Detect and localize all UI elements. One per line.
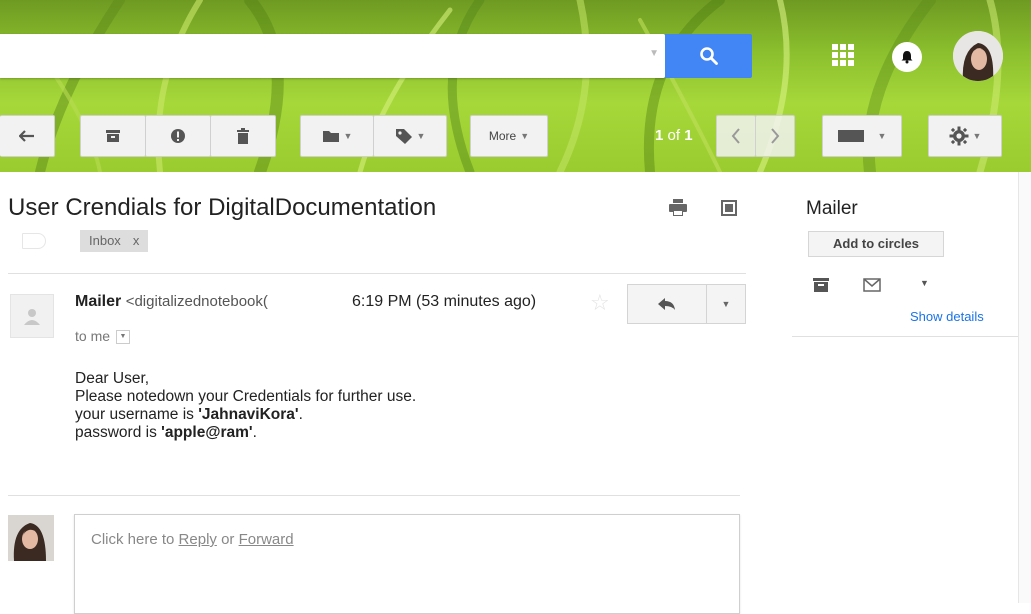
pager-current: 1 bbox=[655, 127, 664, 144]
reply-button[interactable] bbox=[627, 284, 707, 324]
chevron-down-icon: ▼ bbox=[721, 299, 731, 309]
reply-prompt-prefix: Click here to bbox=[91, 531, 179, 548]
recipient-line: to me ▼ bbox=[75, 328, 131, 345]
next-icon bbox=[771, 128, 780, 144]
pager-text: 1 of 1 bbox=[655, 127, 693, 144]
reply-box[interactable]: Click here to Reply or Forward bbox=[74, 514, 740, 614]
body-line2-prefix: your username is bbox=[75, 406, 199, 423]
spam-icon bbox=[171, 129, 185, 143]
delete-button[interactable] bbox=[210, 115, 276, 157]
chevron-down-icon: ▼ bbox=[877, 131, 887, 141]
reply-link[interactable]: Reply bbox=[179, 531, 217, 548]
label-icon bbox=[395, 129, 412, 144]
search-options-dropdown[interactable]: ▼ bbox=[649, 48, 659, 59]
label-chip-inbox[interactable]: Inbox x bbox=[80, 230, 149, 252]
reply-divider bbox=[8, 495, 740, 496]
show-details-dropdown[interactable]: ▼ bbox=[116, 330, 131, 345]
bell-icon bbox=[901, 51, 913, 64]
apps-icon[interactable] bbox=[832, 44, 854, 66]
more-button[interactable]: More ▼ bbox=[470, 115, 548, 157]
mail-icon[interactable] bbox=[863, 278, 881, 292]
labels-button[interactable]: ▼ bbox=[373, 115, 447, 157]
message-more-button[interactable]: ▼ bbox=[706, 284, 746, 324]
user-avatar bbox=[8, 515, 54, 561]
add-to-circles-button[interactable]: Add to circles bbox=[808, 231, 944, 257]
folder-icon bbox=[322, 131, 339, 142]
back-button[interactable] bbox=[0, 115, 55, 157]
scrollbar[interactable] bbox=[1018, 172, 1031, 603]
sender-avatar bbox=[10, 294, 54, 338]
gear-icon bbox=[949, 126, 969, 146]
contact-card-icon[interactable] bbox=[813, 278, 829, 292]
body-line2: your username is 'JahnaviKora'. bbox=[75, 406, 416, 424]
print-icon[interactable] bbox=[668, 199, 688, 217]
pager-of: of bbox=[667, 127, 681, 144]
body-line1: Please notedown your Credentials for fur… bbox=[75, 388, 417, 405]
delete-icon bbox=[237, 128, 249, 144]
message-body: Dear User, Please notedown your Credenti… bbox=[75, 370, 416, 442]
input-tools-button[interactable]: ▼ bbox=[822, 115, 902, 157]
recipient-text: to me bbox=[75, 328, 111, 344]
show-details-link[interactable]: Show details bbox=[910, 309, 984, 324]
back-icon bbox=[19, 130, 34, 142]
keyboard-icon bbox=[837, 130, 864, 142]
label-chip-text: Inbox bbox=[89, 233, 121, 248]
body-line3-prefix: password is bbox=[75, 424, 162, 441]
report-spam-button[interactable] bbox=[145, 115, 211, 157]
body-username: 'JahnaviKora' bbox=[198, 406, 299, 423]
search-button[interactable] bbox=[665, 34, 752, 78]
person-icon bbox=[24, 309, 40, 325]
more-button-label: More bbox=[488, 129, 517, 143]
archive-button[interactable] bbox=[80, 115, 146, 157]
sender-email: <digitalizednotebook( bbox=[125, 293, 268, 310]
email-subject: User Crendials for DigitalDocumentation bbox=[8, 194, 437, 221]
pager-total: 1 bbox=[684, 127, 693, 144]
body-line3-suffix: . bbox=[252, 424, 257, 441]
move-to-button[interactable]: ▼ bbox=[300, 115, 374, 157]
reply-icon bbox=[658, 298, 675, 310]
chevron-down-icon: ▼ bbox=[416, 131, 426, 141]
settings-button[interactable]: ▼ bbox=[928, 115, 1002, 157]
message-time: 6:19 PM (53 minutes ago) bbox=[352, 293, 537, 310]
next-button[interactable] bbox=[755, 115, 795, 157]
previous-button[interactable] bbox=[716, 115, 756, 157]
contact-more-dropdown[interactable]: ▼ bbox=[920, 278, 929, 288]
body-line2-suffix: . bbox=[298, 406, 303, 423]
star-icon[interactable]: ☆ bbox=[590, 290, 610, 316]
contact-name: Mailer bbox=[806, 198, 858, 219]
message-divider bbox=[8, 273, 746, 274]
chevron-down-icon: ▼ bbox=[520, 131, 530, 141]
search-icon bbox=[699, 47, 718, 65]
forward-link[interactable]: Forward bbox=[239, 531, 294, 548]
chevron-down-icon: ▼ bbox=[972, 131, 982, 141]
chevron-down-icon: ▼ bbox=[343, 131, 353, 141]
body-line3: password is 'apple@ram'. bbox=[75, 424, 416, 442]
contact-panel-divider bbox=[792, 336, 1031, 337]
new-window-icon[interactable] bbox=[721, 200, 737, 216]
notifications-icon[interactable] bbox=[892, 42, 922, 72]
importance-marker[interactable] bbox=[22, 233, 46, 249]
search-input[interactable]: ▼ bbox=[0, 34, 665, 78]
prev-icon bbox=[731, 128, 740, 144]
account-avatar[interactable] bbox=[953, 31, 1003, 81]
remove-label-button[interactable]: x bbox=[133, 233, 140, 248]
sender-line: Mailer <digitalizednotebook( bbox=[75, 293, 268, 311]
body-greeting: Dear User, bbox=[75, 370, 150, 387]
body-password: 'apple@ram' bbox=[161, 424, 253, 441]
archive-icon bbox=[106, 130, 120, 142]
sender-name[interactable]: Mailer bbox=[75, 293, 121, 310]
reply-or: or bbox=[216, 531, 239, 548]
